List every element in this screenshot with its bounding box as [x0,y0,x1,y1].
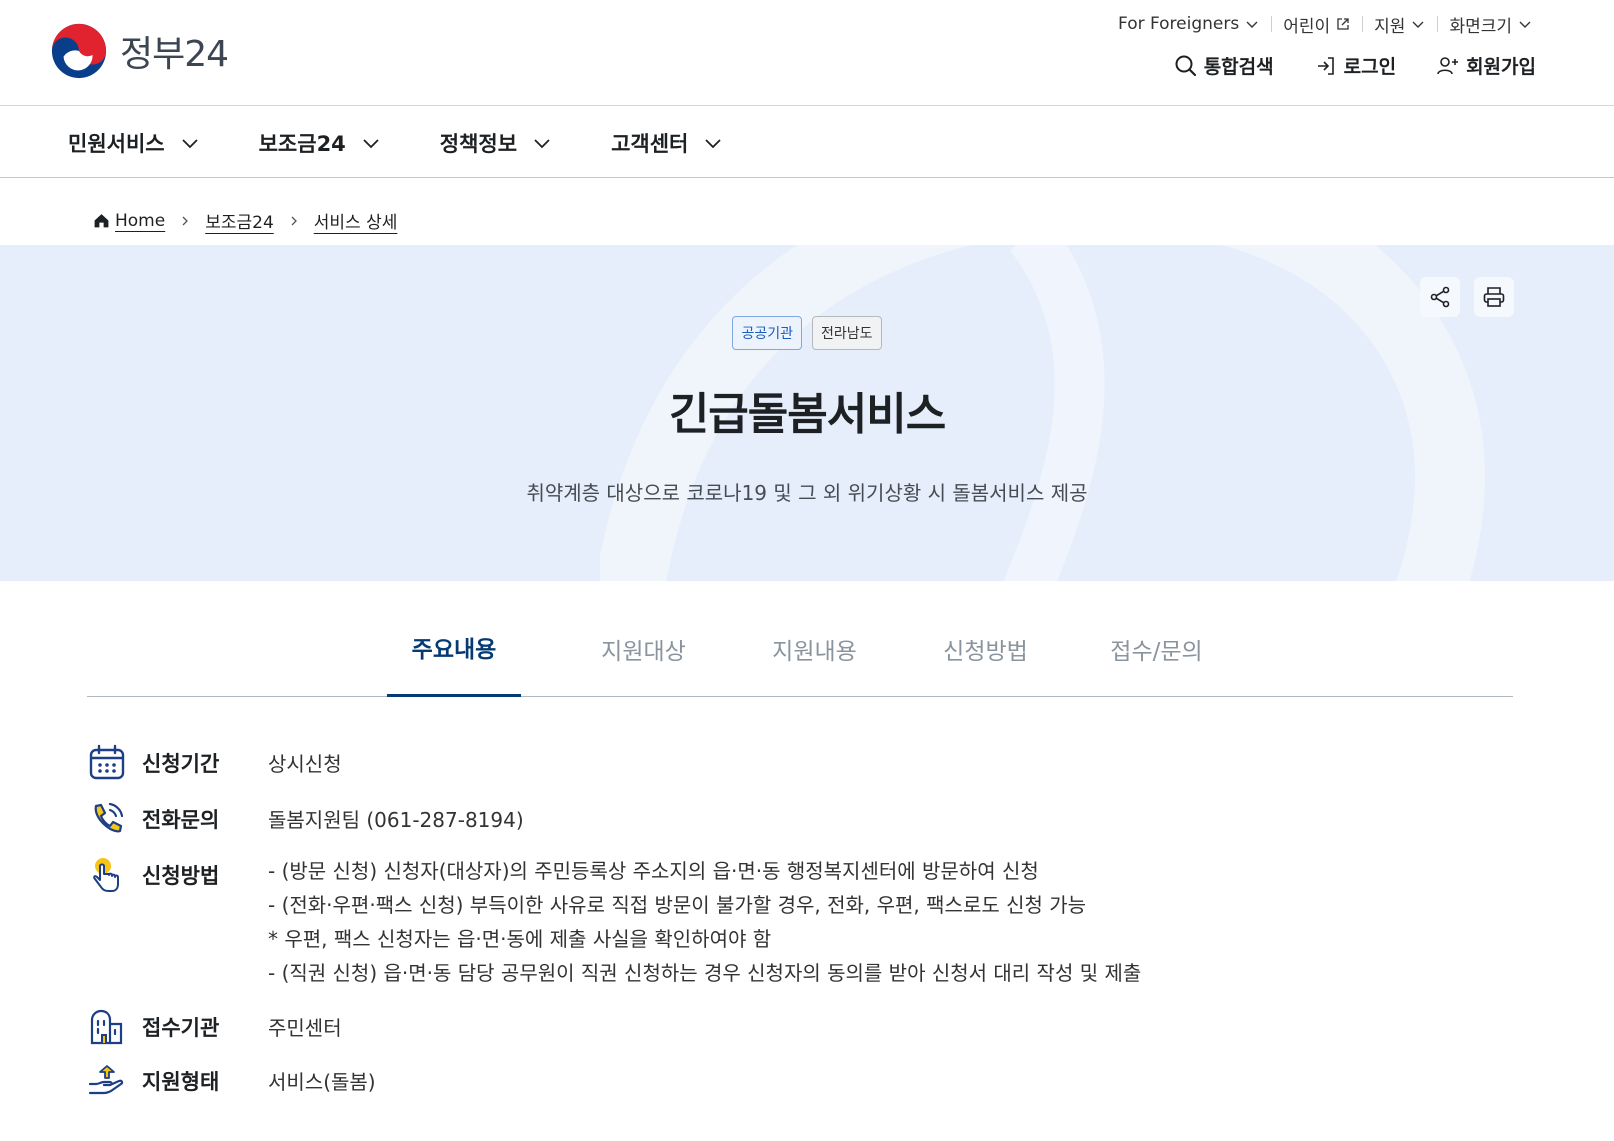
util-support[interactable]: 지원 [1362,12,1437,37]
gnb-item-customer-center[interactable]: 고객센터 [611,128,724,158]
gnb-label: 고객센터 [611,132,689,156]
detail-row-phone: 전화문의 돌봄지원팀 (061-287-8194) [88,800,524,838]
tag-region: 전라남도 [812,316,882,350]
gnb-item-policy-info[interactable]: 정책정보 [440,128,553,158]
site-logo[interactable]: 정부24 [50,22,229,80]
home-icon [94,214,109,228]
chevron-down-icon [705,139,721,149]
tab-contact[interactable]: 접수/문의 [1071,600,1242,697]
detail-value: 상시신청 [268,752,342,776]
detail-row-agency: 접수기관 주민센터 [88,1008,342,1046]
chevron-down-icon [363,139,379,149]
method-line: * 우편, 팩스 신청자는 읍·면·동에 제출 사실을 확인하여야 함 [268,927,772,951]
building-icon [90,1009,123,1045]
gnb-label: 보조금24 [258,132,346,156]
detail-label: 전화문의 [142,808,220,832]
chevron-down-icon [534,139,550,149]
breadcrumb-subsidy24[interactable]: 보조금24 [205,208,274,233]
share-button[interactable] [1420,277,1460,317]
signup-button[interactable]: 회원가입 [1436,52,1536,79]
detail-value: 주민센터 [268,1016,342,1040]
gnb-item-civil-service[interactable]: 민원서비스 [68,128,201,158]
print-button[interactable] [1474,277,1514,317]
chevron-right-icon [291,216,297,225]
main-navigation: 민원서비스 보조금24 정책정보 고객센터 [0,106,1614,178]
tab-apply-method[interactable]: 신청방법 [900,600,1071,697]
detail-label: 신청기간 [142,752,220,776]
chevron-down-icon [1246,21,1258,28]
search-icon [1175,55,1196,76]
breadcrumb-service-detail[interactable]: 서비스 상세 [314,208,398,233]
method-line: - (방문 신청) 신청자(대상자)의 주민등록상 주소지의 읍·면·동 행정복… [268,859,1039,883]
detail-row-support-type: 지원형태 서비스(돌봄) [88,1062,376,1100]
detail-label: 신청방법 [142,864,220,888]
tag-public-agency: 공공기관 [732,316,802,350]
util-screen-size[interactable]: 화면크기 [1437,12,1544,37]
gnb-label: 정책정보 [439,132,518,156]
gnb-label: 민원서비스 [68,132,165,156]
phone-icon [94,802,124,833]
add-user-icon [1437,56,1459,74]
util-for-foreigners[interactable]: For Foreigners [1106,12,1271,36]
util-label: 화면크기 [1449,16,1512,37]
gnb-item-subsidy24[interactable]: 보조금24 [259,128,382,158]
search-button[interactable]: 통합검색 [1174,52,1274,79]
chevron-down-icon [181,139,198,149]
search-label: 통합검색 [1203,56,1274,78]
util-label: 지원 [1374,16,1406,37]
login-button[interactable]: 로그인 [1314,52,1396,79]
hero-tools [1420,277,1514,317]
service-hero: 공공기관 전라남도 긴급돌봄서비스 취약계층 대상으로 코로나19 및 그 외 … [0,245,1614,581]
breadcrumb-home[interactable]: Home [93,211,165,231]
site-header: 정부24 For Foreigners 어린이 지원 화면크기 통합검색 로그인 [0,0,1614,106]
method-line: - (전화·우편·팩스 신청) 부득이한 사유로 직접 방문이 불가할 경우, … [268,893,1087,917]
util-label: 어린이 [1283,16,1331,37]
detail-label: 지원형태 [142,1070,220,1094]
chevron-down-icon [1412,21,1424,28]
service-description: 취약계층 대상으로 코로나19 및 그 외 위기상황 시 돌봄서비스 제공 [526,481,1088,505]
calendar-icon [89,744,125,780]
util-kids[interactable]: 어린이 [1271,12,1362,37]
method-lines: - (방문 신청) 신청자(대상자)의 주민등록상 주소지의 읍·면·동 행정복… [268,854,1141,990]
touch-hand-icon [93,858,119,892]
taegeuk-logo-icon [51,23,107,79]
breadcrumb-label: Home [115,210,166,231]
print-icon [1483,287,1505,307]
hand-giving-icon [88,1065,124,1095]
service-tags: 공공기관 전라남도 [0,316,1614,350]
detail-row-period: 신청기간 상시신청 [88,744,342,782]
signup-label: 회원가입 [1466,56,1536,78]
login-label: 로그인 [1343,56,1397,78]
detail-value: 돌봄지원팀 (061-287-8194) [268,808,524,832]
chevron-right-icon [182,216,189,225]
detail-label: 접수기관 [142,1016,220,1040]
method-line: - (직권 신청) 읍·면·동 담당 공무원이 직권 신청하는 경우 신청자의 … [268,961,1142,985]
header-actions: 통합검색 로그인 회원가입 [1174,52,1536,79]
tab-main-content[interactable]: 주요내용 [387,600,521,697]
breadcrumb: Home 보조금24 서비스 상세 [93,208,397,233]
breadcrumb-label: 보조금24 [205,213,274,233]
detail-row-method: 신청방법 - (방문 신청) 신청자(대상자)의 주민등록상 주소지의 읍·면·… [88,856,1141,985]
tab-support-content[interactable]: 지원내용 [729,600,900,697]
chevron-down-icon [1519,21,1531,28]
util-label: For Foreigners [1118,14,1240,34]
external-link-icon [1337,18,1349,30]
breadcrumb-label: 서비스 상세 [313,213,398,233]
content-tabs: 주요내용 지원대상 지원내용 신청방법 접수/문의 [87,600,1513,697]
page-title: 긴급돌봄서비스 [668,389,946,440]
login-icon [1317,56,1334,75]
tab-target[interactable]: 지원대상 [558,600,729,697]
share-icon [1430,286,1450,308]
detail-value: 서비스(돌봄) [268,1070,376,1094]
utility-menu: For Foreigners 어린이 지원 화면크기 [1106,12,1544,37]
logo-text: 정부24 [120,34,229,75]
